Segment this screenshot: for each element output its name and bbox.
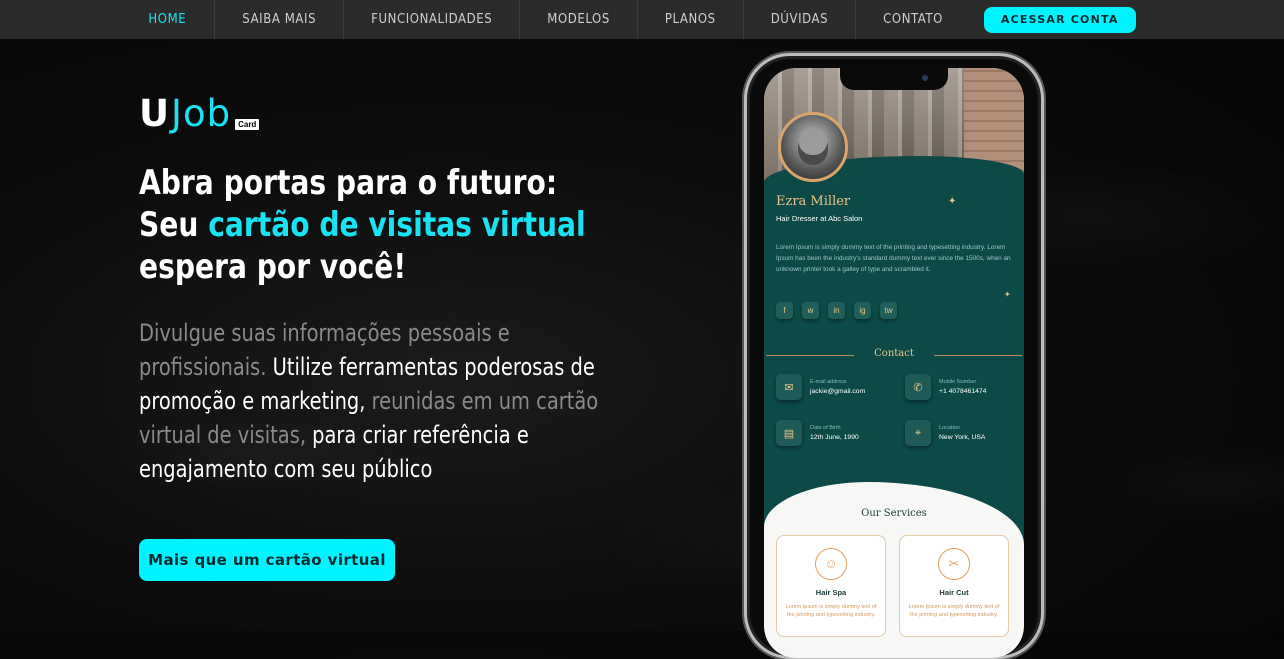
hero-headline: Abra portas para o futuro: Seu cartão de…: [139, 162, 636, 288]
service-name: Hair Spa: [815, 588, 847, 597]
headline-line1: Abra portas para o futuro:: [139, 163, 558, 203]
profile-name: Ezra Miller: [776, 194, 851, 209]
linkedin-icon[interactable]: in: [828, 302, 845, 319]
nav-contato[interactable]: CONTATO: [856, 0, 970, 39]
contact-location: ⌖ Location New York, USA: [905, 420, 985, 446]
headline-accent: cartão de visitas virtual: [208, 205, 586, 245]
contact-value: New York, USA: [939, 434, 986, 441]
service-card[interactable]: ✂ Hair Cut Lorem Ipsum is simply dummy t…: [899, 535, 1009, 637]
logo-u: U: [139, 92, 170, 135]
contact-label: Location: [939, 425, 960, 431]
contact-value: jackie@gmail.com: [810, 388, 866, 395]
avatar: [778, 112, 848, 182]
avatar-head: [798, 129, 828, 165]
nav-home[interactable]: HOME: [148, 0, 216, 39]
phone-icon: ✆: [905, 374, 931, 400]
contact-label: Date of Birth: [810, 425, 841, 431]
service-card[interactable]: ☺ Hair Spa Lorem Ipsum is simply dummy t…: [776, 535, 886, 637]
location-icon: ⌖: [905, 420, 931, 446]
profile-role: Hair Dresser at Abc Salon: [776, 214, 863, 223]
whatsapp-icon[interactable]: w: [802, 302, 819, 319]
phone-notch: [840, 68, 948, 90]
mais-que-um-cartao-button[interactable]: Mais que um cartão virtual: [139, 539, 395, 581]
contact-label: Mobile Number: [939, 379, 977, 385]
sparkle-icon: ✦: [948, 196, 957, 207]
phone-screen: Ezra Miller Hair Dresser at Abc Salon ✦ …: [764, 68, 1024, 658]
headline-seu: Seu: [139, 205, 209, 245]
twitter-icon[interactable]: tw: [880, 302, 897, 319]
nav-duvidas[interactable]: DÚVIDAS: [744, 0, 857, 39]
contact-title: Contact: [874, 348, 914, 359]
contact-email: ✉ E-mail address jackie@gmail.com: [776, 374, 865, 400]
nav-modelos[interactable]: MODELOS: [520, 0, 638, 39]
contact-dob: ▤ Date of Birth 12th June, 1990: [776, 420, 859, 446]
nav-planos[interactable]: PLANOS: [638, 0, 744, 39]
sparkle-icon: ✦: [1004, 290, 1011, 299]
facebook-icon[interactable]: f: [776, 302, 793, 319]
cake-icon: ▤: [776, 420, 802, 446]
social-links: f w in ig tw: [776, 302, 897, 319]
contact-value: +1 4078461474: [939, 388, 987, 395]
contact-label: E-mail address: [810, 379, 847, 385]
contact-value: 12th June, 1990: [810, 434, 859, 441]
camera-icon: [922, 75, 928, 81]
nav-funcionalidades[interactable]: FUNCIONALIDADES: [344, 0, 521, 39]
service-desc: Lorem Ipsum is simply dummy text of the …: [785, 604, 877, 618]
service-name: Hair Cut: [939, 588, 969, 597]
email-icon: ✉: [776, 374, 802, 400]
contact-mobile: ✆ Mobile Number +1 4078461474: [905, 374, 986, 400]
logo-job: Job: [171, 92, 232, 135]
phone-mockup: Ezra Miller Hair Dresser at Abc Salon ✦ …: [744, 53, 1044, 659]
hair-cut-icon: ✂: [938, 548, 970, 580]
logo-card-badge: Card: [235, 119, 260, 130]
profile-bio: Lorem Ipsum is simply dummy text of the …: [776, 244, 1011, 273]
nav-saiba-mais[interactable]: SAIBA MAIS: [215, 0, 345, 39]
hero-description: Divulgue suas informações pessoais e pro…: [139, 316, 607, 486]
acessar-conta-button[interactable]: ACESSAR CONTA: [983, 6, 1136, 33]
instagram-icon[interactable]: ig: [854, 302, 871, 319]
hair-spa-icon: ☺: [815, 548, 847, 580]
ujob-logo[interactable]: U Job Card: [139, 92, 260, 135]
top-navbar: HOME SAIBA MAIS FUNCIONALIDADES MODELOS …: [0, 0, 1284, 39]
headline-line3: espera por você!: [139, 247, 407, 287]
service-desc: Lorem Ipsum is simply dummy text of the …: [908, 604, 1000, 618]
services-title: Our Services: [861, 508, 927, 519]
